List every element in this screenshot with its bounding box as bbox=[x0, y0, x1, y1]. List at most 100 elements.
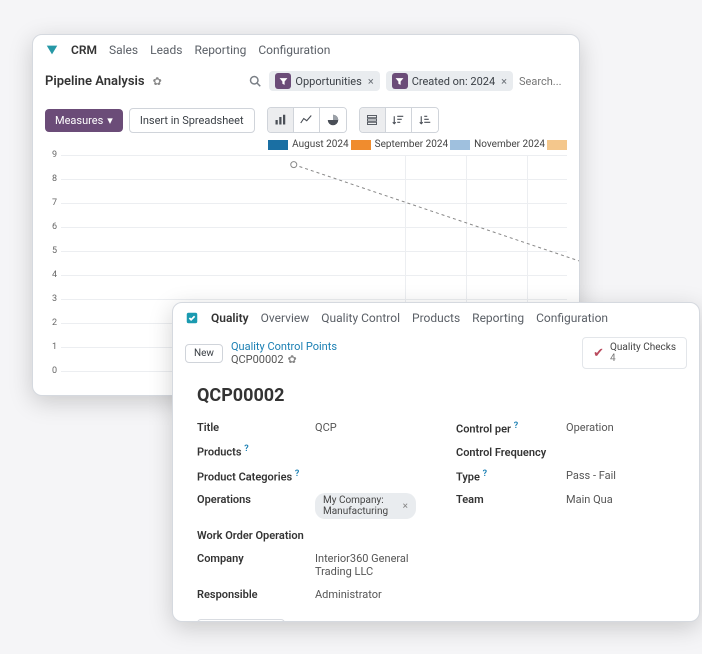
breadcrumb: Quality Control Points QCP00002 ✿ bbox=[231, 340, 337, 366]
nav-reporting[interactable]: Reporting bbox=[472, 311, 524, 325]
crm-topnav: CRM Sales Leads Reporting Configuration bbox=[33, 35, 579, 65]
close-icon[interactable]: × bbox=[403, 501, 408, 512]
checks-count: 4 bbox=[610, 353, 676, 364]
record-form: QCP00002 TitleQCP Products ? Product Cat… bbox=[173, 377, 699, 622]
responsible-value[interactable]: Administrator bbox=[315, 588, 382, 601]
legend-swatch bbox=[351, 140, 371, 150]
legend-label: August 2024 bbox=[292, 139, 349, 150]
company-value[interactable]: Interior360 General Trading LLC bbox=[315, 552, 416, 578]
sort-asc-icon[interactable] bbox=[412, 108, 438, 132]
nav-configuration[interactable]: Configuration bbox=[258, 43, 330, 57]
legend-label: September 2024 bbox=[375, 139, 448, 150]
gear-icon[interactable]: ✿ bbox=[153, 75, 162, 88]
responsible-label: Responsible bbox=[197, 588, 315, 601]
y-tick: 2 bbox=[52, 318, 57, 328]
sort-desc-icon[interactable] bbox=[386, 108, 412, 132]
nav-sales[interactable]: Sales bbox=[109, 43, 138, 57]
close-icon[interactable]: × bbox=[366, 75, 374, 88]
checks-label: Quality Checks bbox=[610, 342, 676, 353]
chevron-down-icon: ▾ bbox=[107, 114, 113, 127]
search-icon[interactable] bbox=[247, 73, 263, 89]
page-title: Pipeline Analysis bbox=[45, 74, 145, 89]
y-tick: 5 bbox=[52, 246, 57, 256]
y-tick: 9 bbox=[52, 150, 57, 160]
y-tick: 0 bbox=[52, 366, 57, 376]
nav-overview[interactable]: Overview bbox=[261, 311, 310, 325]
search-input[interactable] bbox=[519, 75, 567, 88]
legend-swatch bbox=[547, 140, 567, 150]
measures-button[interactable]: Measures ▾ bbox=[45, 109, 123, 132]
measures-label: Measures bbox=[55, 114, 103, 127]
breadcrumb-parent[interactable]: Quality Control Points bbox=[231, 340, 337, 353]
y-tick: 3 bbox=[52, 294, 57, 304]
company-label: Company bbox=[197, 552, 315, 578]
insert-spreadsheet-button[interactable]: Insert in Spreadsheet bbox=[129, 108, 255, 133]
form-right-column: Control per ?Operation Control Frequency… bbox=[456, 416, 675, 606]
operations-tag[interactable]: My Company: Manufacturing × bbox=[315, 493, 416, 519]
close-icon[interactable]: × bbox=[499, 75, 507, 88]
record-title: QCP00002 bbox=[197, 385, 675, 406]
quality-topnav: Quality Overview Quality Control Product… bbox=[173, 303, 699, 333]
type-label: Type ? bbox=[456, 469, 566, 484]
legend-item[interactable]: September 2024 bbox=[351, 139, 448, 150]
filter-opportunities[interactable]: Opportunities × bbox=[269, 71, 379, 91]
chart-type-group bbox=[267, 107, 347, 133]
app-name[interactable]: CRM bbox=[71, 43, 97, 57]
categories-label: Product Categories ? bbox=[197, 469, 315, 484]
control-frequency-label: Control Frequency bbox=[456, 446, 566, 459]
line-chart-icon[interactable] bbox=[294, 108, 320, 132]
wo-label: Work Order Operation bbox=[197, 529, 315, 542]
app-logo-icon bbox=[45, 43, 59, 57]
operations-label: Operations bbox=[197, 493, 315, 519]
nav-quality-control[interactable]: Quality Control bbox=[321, 311, 400, 325]
y-axis: 0123456789 bbox=[45, 155, 59, 371]
form-left-column: TitleQCP Products ? Product Categories ?… bbox=[197, 416, 416, 606]
y-tick: 4 bbox=[52, 270, 57, 280]
check-icon: ✔ bbox=[593, 346, 604, 361]
y-tick: 7 bbox=[52, 198, 57, 208]
team-label: Team bbox=[456, 493, 566, 506]
y-tick: 1 bbox=[52, 342, 57, 352]
pie-chart-icon[interactable] bbox=[320, 108, 346, 132]
tab-notes[interactable]: Notes bbox=[405, 619, 464, 622]
legend-label: November 2024 bbox=[474, 139, 545, 150]
tag-label: My Company: Manufacturing bbox=[323, 495, 398, 517]
title-value[interactable]: QCP bbox=[315, 421, 337, 434]
legend-item[interactable]: August 2024 bbox=[268, 139, 349, 150]
legend-swatch bbox=[450, 140, 470, 150]
new-button[interactable]: New bbox=[185, 344, 223, 363]
legend-item[interactable] bbox=[547, 139, 567, 150]
stack-type-group bbox=[359, 107, 439, 133]
nav-leads[interactable]: Leads bbox=[150, 43, 182, 57]
bar-chart-icon[interactable] bbox=[268, 108, 294, 132]
filter-label: Opportunities bbox=[295, 75, 361, 88]
stacked-icon[interactable] bbox=[360, 108, 386, 132]
type-value[interactable]: Pass - Fail bbox=[566, 469, 616, 484]
nav-products[interactable]: Products bbox=[412, 311, 460, 325]
crm-subbar: Pipeline Analysis ✿ Opportunities × Crea… bbox=[33, 65, 579, 101]
app-logo-icon bbox=[185, 311, 199, 325]
team-value[interactable]: Main Qua bbox=[566, 493, 613, 506]
tab-instructions[interactable]: Instructions bbox=[197, 619, 285, 622]
chart-toolbar: Measures ▾ Insert in Spreadsheet bbox=[33, 101, 579, 139]
form-tabs: Instructions Message If Failure Notes bbox=[197, 618, 675, 622]
search-area: Opportunities × Created on: 2024 × bbox=[247, 71, 567, 91]
breadcrumb-current: QCP00002 ✿ bbox=[231, 353, 337, 366]
control-per-label: Control per ? bbox=[456, 421, 566, 436]
legend-swatch bbox=[268, 140, 288, 150]
nav-reporting[interactable]: Reporting bbox=[194, 43, 246, 57]
quality-checks-button[interactable]: ✔ Quality Checks 4 bbox=[582, 337, 687, 369]
gear-icon[interactable]: ✿ bbox=[288, 353, 297, 366]
filter-icon bbox=[392, 73, 408, 89]
legend-item[interactable]: November 2024 bbox=[450, 139, 545, 150]
quality-subbar: New Quality Control Points QCP00002 ✿ ✔ … bbox=[173, 333, 699, 377]
nav-configuration[interactable]: Configuration bbox=[536, 311, 608, 325]
filter-icon bbox=[275, 73, 291, 89]
tab-message-if-failure[interactable]: Message If Failure bbox=[285, 619, 405, 622]
control-per-value[interactable]: Operation bbox=[566, 421, 614, 436]
y-tick: 8 bbox=[52, 174, 57, 184]
filter-created-on[interactable]: Created on: 2024 × bbox=[386, 71, 513, 91]
filter-label: Created on: 2024 bbox=[412, 75, 495, 88]
app-name[interactable]: Quality bbox=[211, 311, 249, 325]
title-label: Title bbox=[197, 421, 315, 434]
